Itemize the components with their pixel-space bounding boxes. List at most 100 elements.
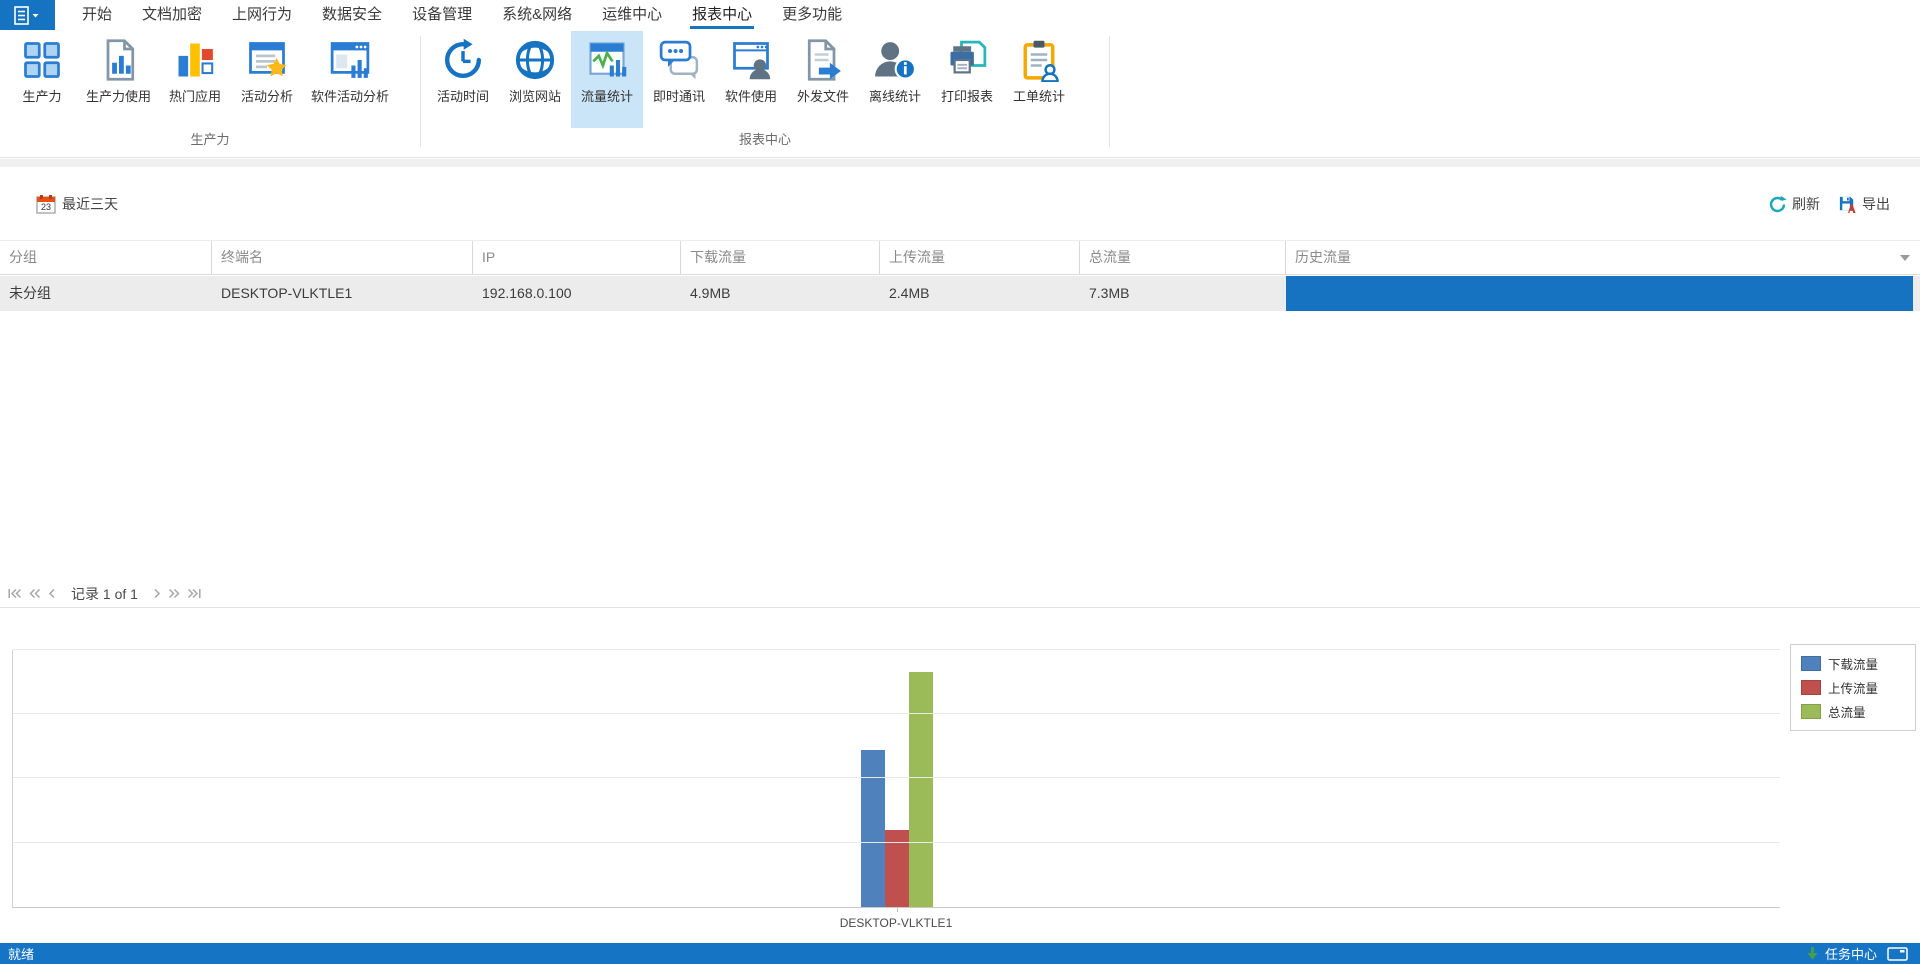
previous-page-button[interactable] xyxy=(48,588,56,599)
column-header-ip[interactable]: IP xyxy=(473,241,681,274)
ribbon-item-software-usage[interactable]: 软件使用 xyxy=(715,31,787,128)
tab-device-management[interactable]: 设备管理 xyxy=(397,0,487,30)
x-axis-category-label: DESKTOP-VLKTLE1 xyxy=(839,916,953,930)
tab-data-security[interactable]: 数据安全 xyxy=(307,0,397,30)
ribbon-item-productivity[interactable]: 生产力 xyxy=(6,31,78,128)
window-user-icon xyxy=(733,42,771,80)
doc-arrow-icon xyxy=(807,39,841,81)
ribbon-item-label: 软件活动分析 xyxy=(311,89,390,104)
task-center-label: 任务中心 xyxy=(1824,947,1877,962)
status-text: 就绪 xyxy=(8,947,35,962)
chart-bar-0 xyxy=(861,750,885,907)
app-menu-button[interactable] xyxy=(0,0,55,30)
tab-home[interactable]: 开始 xyxy=(67,0,127,30)
next-page-button[interactable] xyxy=(153,588,161,599)
doc-bars-icon xyxy=(106,39,134,81)
chart-gridline xyxy=(13,713,1780,714)
menu-tabs: 开始 文档加密 上网行为 数据安全 设备管理 系统&网络 运维中心 报表中心 更… xyxy=(67,0,857,30)
fast-previous-button[interactable] xyxy=(29,588,41,599)
ribbon-item-activity-analysis[interactable]: 活动分析 xyxy=(231,31,303,128)
ribbon-item-label: 活动时间 xyxy=(436,89,489,104)
clipboard-user-icon xyxy=(1023,40,1059,82)
history-traffic-bar xyxy=(1286,276,1913,311)
ribbon-item-traffic-stats[interactable]: 流量统计 xyxy=(571,31,643,128)
ribbon-item-label: 工单统计 xyxy=(1012,89,1065,104)
table-row[interactable]: 未分组 DESKTOP-VLKTLE1 192.168.0.100 4.9MB … xyxy=(0,276,1920,311)
content-divider-strip xyxy=(0,159,1920,167)
date-range-filter[interactable]: 23 最近三天 xyxy=(35,193,118,215)
legend-label: 上传流量 xyxy=(1828,682,1879,696)
taskbar-window-icon[interactable] xyxy=(1887,946,1908,961)
cell-ip: 192.168.0.100 xyxy=(482,285,572,301)
ribbon-item-print-reports[interactable]: 打印报表 xyxy=(931,31,1003,128)
svg-text:23: 23 xyxy=(41,202,51,212)
cell-download: 4.9MB xyxy=(690,285,731,301)
column-header-group[interactable]: 分组 xyxy=(0,241,212,274)
ribbon-item-label: 外发文件 xyxy=(796,89,849,104)
statusbar: 就绪 任务中心 xyxy=(0,943,1920,964)
column-header-terminal[interactable]: 终端名 xyxy=(212,241,473,274)
ribbon-group-productivity: 生产力 生产力使用 热门应用 活动分析 软件活动分析 生产力 xyxy=(0,30,420,157)
ribbon-item-outgoing-files[interactable]: 外发文件 xyxy=(787,31,859,128)
cell-terminal: DESKTOP-VLKTLE1 xyxy=(221,285,353,301)
legend-entry-total: 总流量 xyxy=(1801,702,1905,721)
ribbon-item-label: 软件使用 xyxy=(724,89,777,104)
first-page-button[interactable] xyxy=(8,588,22,599)
ribbon-item-label: 热门应用 xyxy=(169,89,222,104)
ribbon-item-label: 离线统计 xyxy=(868,89,921,104)
printer-icon xyxy=(950,40,987,74)
cell-history xyxy=(1286,276,1920,311)
task-center-button[interactable]: 任务中心 xyxy=(1805,944,1877,963)
tab-document-encryption[interactable]: 文档加密 xyxy=(127,0,217,30)
report-toolbar: 23 最近三天 刷新 导出 xyxy=(0,183,1920,225)
chart-gridline xyxy=(13,777,1780,778)
ribbon-item-hot-apps[interactable]: 热门应用 xyxy=(159,31,231,128)
ribbon-item-label: 生产力 xyxy=(22,89,62,104)
globe-icon xyxy=(515,40,555,80)
tab-more-features[interactable]: 更多功能 xyxy=(767,0,857,30)
cell-group: 未分组 xyxy=(9,285,51,301)
ribbon-item-instant-messaging[interactable]: 即时通讯 xyxy=(643,31,715,128)
fast-next-button[interactable] xyxy=(168,588,180,599)
ribbon-item-software-activity-analysis[interactable]: 软件活动分析 xyxy=(303,31,397,128)
ribbon-item-label: 流量统计 xyxy=(580,89,633,104)
legend-entry-download: 下载流量 xyxy=(1801,654,1905,673)
refresh-button[interactable]: 刷新 xyxy=(1768,194,1820,214)
ribbon-item-browse-websites[interactable]: 浏览网站 xyxy=(499,31,571,128)
column-chooser-dropdown-icon[interactable] xyxy=(1900,254,1910,261)
tab-internet-behavior[interactable]: 上网行为 xyxy=(217,0,307,30)
hot-apps-icon xyxy=(178,43,214,77)
ribbon-item-offline-stats[interactable]: 离线统计 xyxy=(859,31,931,128)
ribbon-group-report-center: 活动时间 浏览网站 流量统计 即时通讯 软件使用 外发文件 离线统计 打印报表 … xyxy=(421,30,1109,157)
export-button[interactable]: 导出 xyxy=(1838,194,1890,214)
traffic-stats-icon xyxy=(589,42,627,77)
ribbon-item-label: 即时通讯 xyxy=(652,89,705,104)
ribbon-group-label: 报表中心 xyxy=(738,132,791,147)
chart-gridline xyxy=(13,649,1780,650)
ribbon: 生产力 生产力使用 热门应用 活动分析 软件活动分析 生产力 活动时间 浏览网站… xyxy=(0,30,1920,158)
doc-star-icon xyxy=(249,42,287,77)
tab-system-network[interactable]: 系统&网络 xyxy=(487,0,587,30)
chat-icon xyxy=(659,40,699,80)
legend-swatch-download xyxy=(1801,656,1821,671)
calendar-icon: 23 xyxy=(36,195,56,214)
ribbon-item-activity-time[interactable]: 活动时间 xyxy=(427,31,499,128)
last-page-button[interactable] xyxy=(187,588,201,599)
tab-report-center[interactable]: 报表中心 xyxy=(677,0,767,30)
app-window: 开始 文档加密 上网行为 数据安全 设备管理 系统&网络 运维中心 报表中心 更… xyxy=(0,0,1920,964)
tab-operations-center[interactable]: 运维中心 xyxy=(587,0,677,30)
column-header-history[interactable]: 历史流量 xyxy=(1286,241,1920,274)
grid-icon xyxy=(24,42,60,78)
column-header-total[interactable]: 总流量 xyxy=(1080,241,1286,274)
app-menu-icon xyxy=(14,5,39,25)
chart-bar-2 xyxy=(909,672,933,907)
table-header: 分组 终端名 IP 下载流量 上传流量 总流量 历史流量 xyxy=(0,240,1920,275)
x-axis-tick xyxy=(897,907,898,912)
ribbon-item-productivity-usage[interactable]: 生产力使用 xyxy=(78,31,159,128)
column-header-upload[interactable]: 上传流量 xyxy=(880,241,1080,274)
chart-gridline xyxy=(13,842,1780,843)
cell-total: 7.3MB xyxy=(1089,285,1130,301)
window-bars-icon xyxy=(330,42,370,78)
column-header-download[interactable]: 下载流量 xyxy=(681,241,880,274)
ribbon-item-work-order-stats[interactable]: 工单统计 xyxy=(1003,31,1075,128)
